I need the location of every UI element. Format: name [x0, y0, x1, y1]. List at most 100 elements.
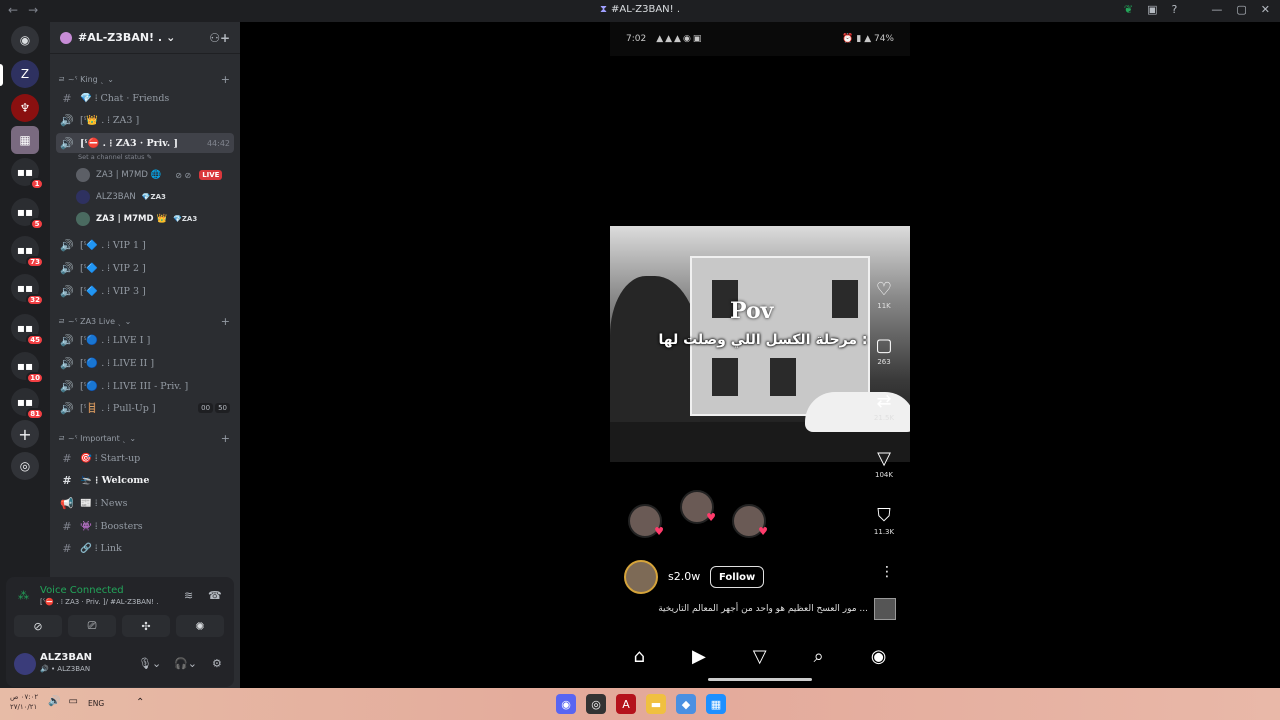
account-name[interactable]: s2.0w	[668, 570, 700, 583]
settings-gear-icon[interactable]: ⚙	[212, 657, 222, 670]
add-channel-icon[interactable]: +	[221, 73, 230, 86]
voice-connected-label[interactable]: Voice Connected	[40, 585, 124, 596]
account-avatar[interactable]	[624, 560, 658, 594]
server-folder-2[interactable]: ▪▪ 5	[11, 198, 44, 230]
maximize-button[interactable]: ▢	[1236, 3, 1246, 16]
voice-user[interactable]: ZA3 | M7MD 👑 💎ZA3	[76, 210, 197, 228]
add-channel-icon[interactable]: +	[221, 432, 230, 445]
save-action[interactable]: ⛉ 11.3K	[866, 506, 902, 537]
more-options-icon[interactable]: ⋮	[880, 564, 894, 580]
server-icon-red[interactable]: ♆	[11, 94, 39, 122]
discord-home-icon[interactable]: ◉	[11, 26, 39, 54]
server-icon-z[interactable]: Z	[11, 60, 39, 88]
server-folder-5[interactable]: ▪▪ 45	[11, 314, 44, 346]
category-important[interactable]: ㄹ ~ˁ Important ˎ ⌄ +	[58, 431, 230, 445]
voice-channel-za3-priv[interactable]: 🔊 [ˁ⛔ . ⁞ ZA3 · Priv. ] 44:42	[56, 133, 234, 153]
add-channel-icon[interactable]: +	[221, 315, 230, 328]
phone-status-bar: 7:02 ▲▲▲◉▣ ⏰ ▮ ▲ 74%	[610, 22, 910, 56]
server-icon-photo[interactable]: ▦	[11, 126, 39, 154]
share-action[interactable]: ▽ 104K	[866, 449, 902, 480]
text-channel-icon: #	[62, 519, 72, 533]
voice-channel-vip1[interactable]: 🔊 [ˁ🔷 . ⁞ VIP 1 ]	[56, 235, 234, 255]
invite-people-icon[interactable]: ⚇+	[209, 31, 230, 45]
noise-suppression-icon[interactable]: ≋	[184, 589, 193, 602]
voice-channel-pullup[interactable]: 🔊 [ˁ🪜 . ⁞ Pull-Up ] 00 50	[56, 398, 234, 418]
voice-channel-path[interactable]: [ˁ⛔ . ⁞ ZA3 · Priv. ]/ #AL-Z3BAN! .	[40, 598, 158, 606]
channel-link[interactable]: # 🔗 ⁞ Link	[56, 538, 234, 558]
guild-header[interactable]: #AL-Z3BAN! . ⌄ ⚇+	[50, 22, 240, 54]
channel-boosters[interactable]: # 👾 ⁞ Boosters	[56, 516, 234, 536]
folder-taskbar-icon[interactable]: ▬	[646, 694, 666, 714]
minimize-button[interactable]: —	[1211, 3, 1222, 16]
server-folder-6[interactable]: ▪▪ 10	[11, 352, 44, 384]
nitro-leaf-icon[interactable]: ❦	[1124, 3, 1133, 16]
voice-channel-live2[interactable]: 🔊 [ˁ🔵 . ⁞ LIVE II ]	[56, 353, 234, 373]
reel-caption[interactable]: مور العسح العظيم هو واحد من أجهر المعالم…	[618, 604, 868, 614]
reels-icon[interactable]: ▶	[692, 646, 706, 667]
channel-status[interactable]: Set a channel status ✎	[78, 153, 152, 161]
selected-pill	[0, 64, 3, 86]
like-action[interactable]: ♡ 11K	[866, 280, 902, 311]
server-folder-3[interactable]: ▪▪ 73	[11, 236, 44, 268]
speaker-icon: 🔊	[60, 356, 74, 370]
stream-view[interactable]: 7:02 ▲▲▲◉▣ ⏰ ▮ ▲ 74% Pov مرحلة الكسل الل…	[240, 22, 1280, 688]
activities-button[interactable]: ✣	[122, 615, 170, 637]
voice-channel-vip3[interactable]: 🔊 [ˁ🔷 . ⁞ VIP 3 ]	[56, 281, 234, 301]
category-king[interactable]: ㄹ ~ˁ King ˎ ⌄ +	[58, 72, 230, 86]
soundboard-button[interactable]: ✺	[176, 615, 224, 637]
disconnect-icon[interactable]: ☎	[208, 589, 222, 602]
search-icon[interactable]: ⌕	[814, 646, 824, 667]
avatar[interactable]	[14, 653, 36, 675]
voice-user[interactable]: ZA3 | M7MD 🌐 ⊘ ⊘ LIVE	[76, 166, 223, 184]
discover-icon[interactable]: ◎	[11, 452, 39, 480]
acrobat-taskbar-icon[interactable]: A	[616, 694, 636, 714]
clock[interactable]: ٠٧:٠٢ ص ٢٧/١٠/٢١	[10, 692, 38, 712]
voice-channel-live3[interactable]: 🔊 [ˁ🔵 . ⁞ LIVE III - Priv. ]	[56, 376, 234, 396]
help-icon[interactable]: ?	[1172, 3, 1178, 16]
screen-share-button[interactable]: ⎚	[68, 615, 116, 637]
windows-start-icon[interactable]: ▦	[706, 694, 726, 714]
discord-taskbar-icon[interactable]: ◉	[556, 694, 576, 714]
follow-button[interactable]: Follow	[710, 566, 765, 588]
server-folder-4[interactable]: ▪▪ 32	[11, 274, 44, 306]
channel-news[interactable]: 📢 📰 ⁞ News	[56, 493, 234, 513]
reel-video[interactable]: Pov مرحلة الكسل اللي وصلت لها :	[610, 226, 910, 462]
username[interactable]: ALZ3BAN	[40, 652, 92, 663]
close-button[interactable]: ✕	[1261, 3, 1270, 16]
voice-channel-live1[interactable]: 🔊 [ˁ🔵 . ⁞ LIVE I ]	[56, 330, 234, 350]
microphone-icon[interactable]: 🎙⌄	[138, 657, 161, 670]
volume-icon[interactable]: 🔊	[48, 696, 60, 707]
comment-action[interactable]: ▢ 263	[866, 335, 902, 367]
repost-action[interactable]: ⇄ 21.5K	[866, 392, 902, 423]
overlay-text: مرحلة الكسل اللي وصلت لها :	[658, 332, 868, 348]
server-folder-7[interactable]: ▪▪ 81	[11, 388, 44, 420]
avatar	[76, 212, 90, 226]
inbox-icon[interactable]: ▣	[1147, 3, 1157, 16]
channel-start-up[interactable]: # 🎯 ⁞ Start-up	[56, 448, 234, 468]
music-thumbnail[interactable]	[874, 598, 896, 620]
camera-off-button[interactable]: ⊘	[14, 615, 62, 637]
activities-icon: ✣	[141, 619, 151, 633]
voice-channel-vip2[interactable]: 🔊 [ˁ🔷 . ⁞ VIP 2 ]	[56, 258, 234, 278]
voice-channel-za3[interactable]: 🔊 [ˁ👑 . ⁞ ZA3 ]	[56, 110, 234, 130]
channel-chat-friends[interactable]: # 💎 ⁞ Chat · Friends	[56, 88, 234, 108]
language-indicator[interactable]: ENG	[88, 699, 104, 708]
comment-icon: ▢	[875, 335, 893, 356]
speaker-icon: 🔊	[60, 333, 74, 347]
send-icon[interactable]: ▽	[753, 646, 767, 667]
chevron-up-icon[interactable]: ⌃	[136, 697, 144, 708]
chrome-taskbar-icon[interactable]: ◎	[586, 694, 606, 714]
headphones-icon[interactable]: 🎧⌄	[174, 657, 197, 670]
network-icon[interactable]: ▭	[68, 696, 77, 707]
add-server-icon[interactable]: +	[11, 420, 39, 448]
window-titlebar: ← → ⧗ #AL-Z3BAN! . ❦ ▣ ? — ▢ ✕	[0, 0, 1280, 22]
battery-indicator: ⏰ ▮ ▲ 74%	[842, 34, 894, 44]
app-taskbar-icon[interactable]: ◆	[676, 694, 696, 714]
category-za3-live[interactable]: ㄹ ~ˁ ZA3 Live ˎ ⌄ +	[58, 314, 230, 328]
channel-welcome[interactable]: # 🛬 ⁞ Welcome	[56, 470, 234, 490]
home-icon[interactable]: ⌂	[634, 646, 645, 667]
profile-icon[interactable]: ◉	[871, 646, 887, 667]
voice-user[interactable]: ALZ3BAN 💎ZA3	[76, 188, 166, 206]
server-folder-1[interactable]: ▪▪ 1	[11, 158, 44, 190]
speaker-icon: 🔊	[60, 401, 74, 415]
